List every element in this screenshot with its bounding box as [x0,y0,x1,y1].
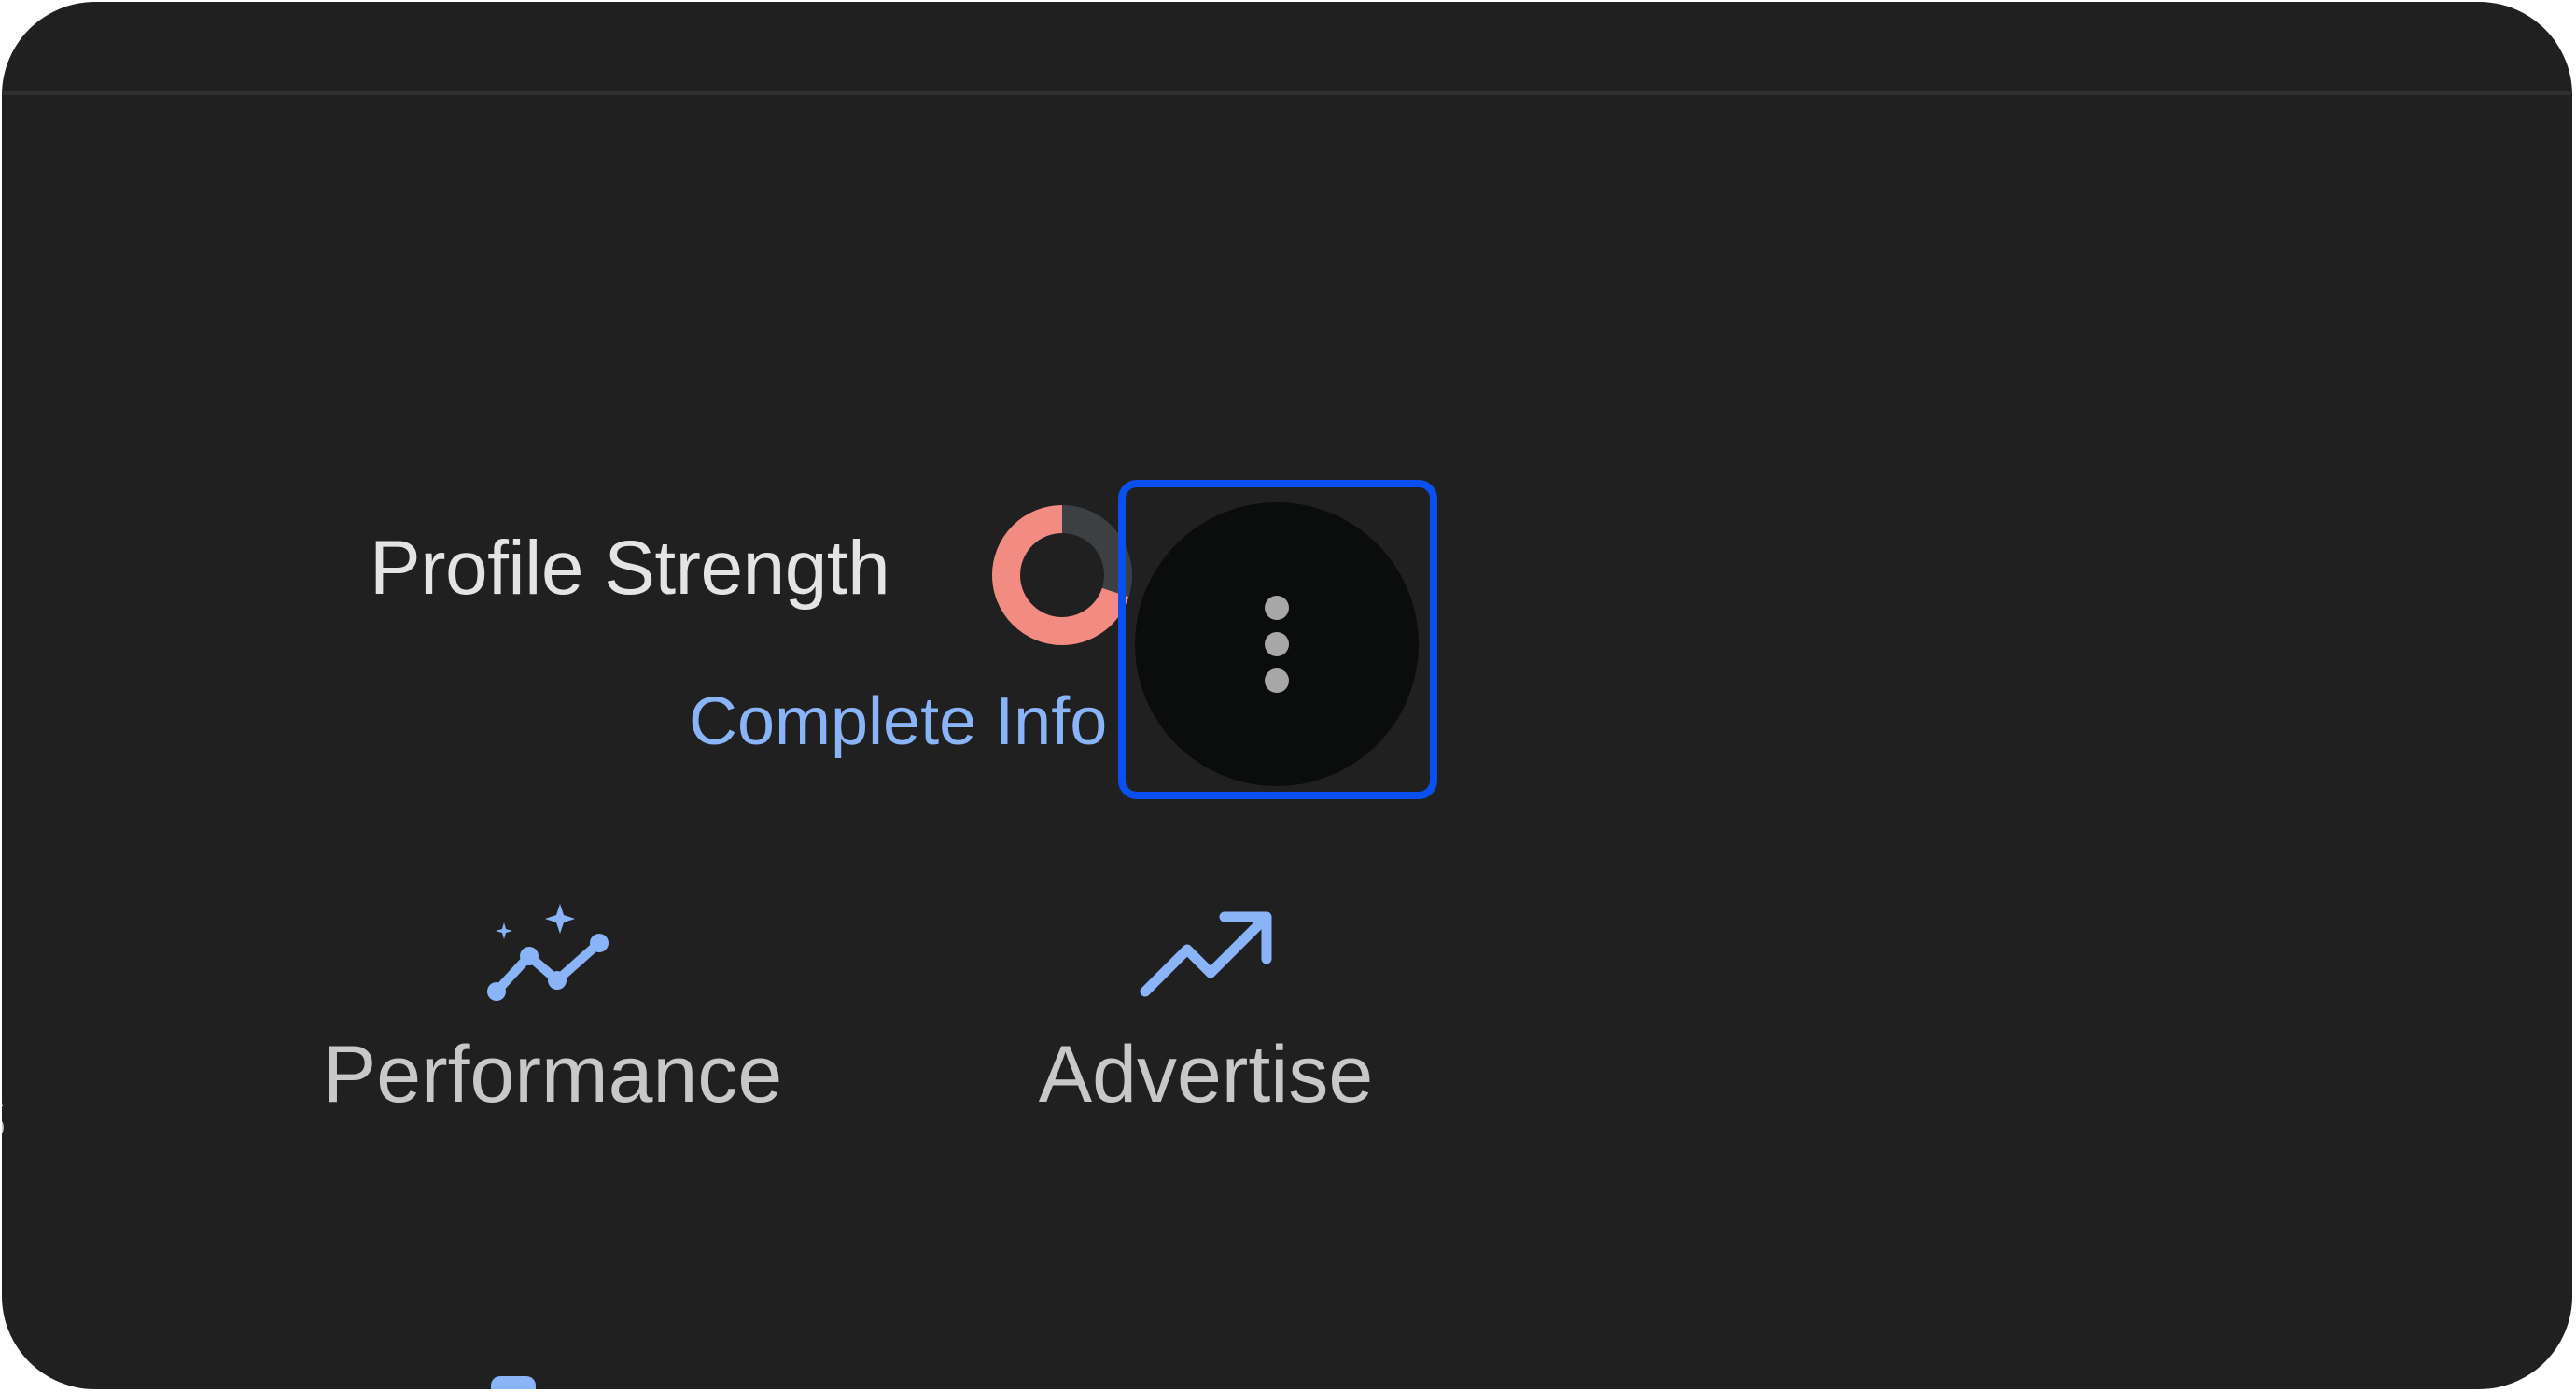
performance-sparkle-icon [487,904,609,1001]
business-profile-panel: Profile Strength Complete Info s Perform… [2,2,2572,1389]
complete-info-link[interactable]: Complete Info [689,683,1107,760]
advertise-label: Advertise [1038,1030,1374,1119]
trending-up-icon [1140,911,1272,997]
top-divider [2,91,2572,95]
performance-label: Performance [322,1030,783,1119]
performance-action[interactable]: Performance [301,898,805,1121]
partial-action-label[interactable]: s [2,1066,7,1159]
partial-next-row-icon [491,1376,536,1389]
profile-strength-ring [992,505,1132,645]
profile-strength-label: Profile Strength [370,526,890,611]
advertise-action[interactable]: Advertise [1010,898,1402,1121]
more-options-button[interactable] [1135,502,1419,786]
